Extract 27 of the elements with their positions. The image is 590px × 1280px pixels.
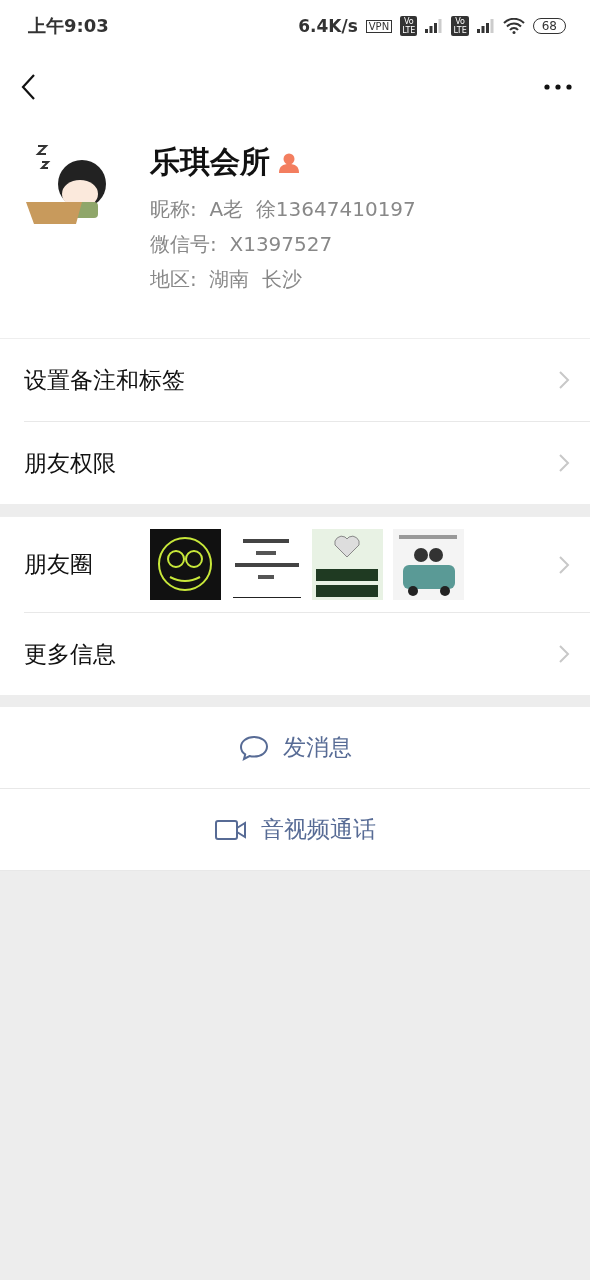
contact-name: 乐琪会所 (150, 143, 270, 181)
signal-icon (425, 19, 444, 33)
network-speed: 6.4K/s (298, 16, 358, 36)
signal-icon (476, 19, 495, 33)
person-icon (278, 151, 300, 174)
vpn-indicator: VPN (365, 19, 393, 33)
chat-bubble-icon (238, 734, 269, 761)
video-camera-icon (214, 818, 247, 841)
more-icon[interactable] (544, 84, 572, 90)
profile-detail: 昵称: A老 徐13647410197 (150, 196, 416, 223)
action-button[interactable]: 发消息 (0, 707, 590, 789)
chevron-icon (558, 370, 570, 390)
chevron-icon (558, 554, 570, 575)
chevron-icon (558, 453, 570, 473)
action-button[interactable]: 音视频通话 (0, 789, 590, 871)
profile-detail: 微信号: X1397527 (150, 231, 334, 258)
row-label[interactable]: 设置备注和标签 (24, 364, 185, 396)
chevron-icon (558, 644, 570, 664)
back-icon[interactable] (20, 73, 36, 101)
volte-badge: Vo LTE (400, 16, 418, 36)
clock-time: 上午9:03 (28, 14, 110, 38)
profile-detail: 地区: 湖南 长沙 (150, 266, 304, 293)
volte-badge: Vo LTE (451, 16, 469, 36)
row-label[interactable]: 朋友权限 (24, 447, 150, 479)
wifi-icon (502, 18, 525, 34)
row-label[interactable]: 朋友圈 (24, 549, 150, 580)
row-label[interactable]: 更多信息 (24, 638, 150, 670)
